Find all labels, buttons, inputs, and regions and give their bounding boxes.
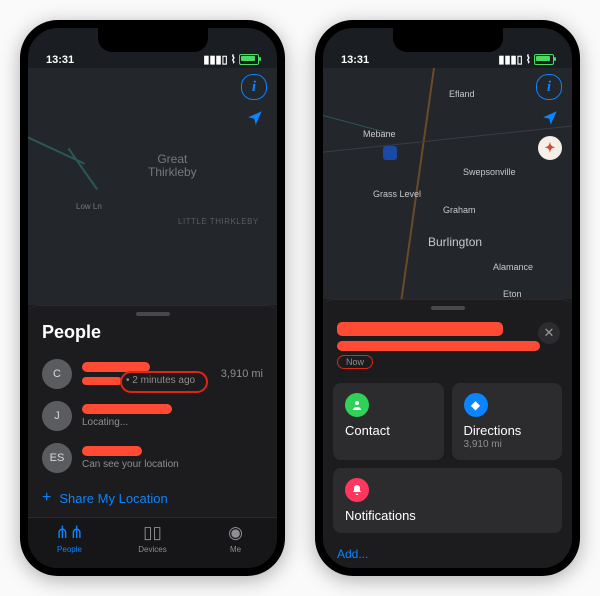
share-location-button[interactable]: + Share My Location — [28, 479, 277, 517]
map-city-label: Mebane — [363, 130, 396, 140]
signal-icon: ▮▮▮▯ — [203, 53, 227, 66]
status-bar: 13:31 ▮▮▮▯ ⌇ — [28, 28, 277, 68]
map-city-label: Efland — [449, 90, 475, 100]
tab-me[interactable]: ◉ Me — [194, 518, 277, 568]
tab-bar: ⋔⋔ People ▯▯ Devices ◉ Me — [28, 517, 277, 568]
redacted-name — [82, 446, 142, 456]
redacted-name — [82, 404, 172, 414]
redacted-name — [82, 362, 150, 372]
info-icon[interactable]: i — [241, 74, 267, 100]
status-text: Locating... — [82, 417, 128, 428]
directions-label: Directions — [464, 423, 551, 438]
map-label-primary: Great Thirkleby — [148, 153, 197, 179]
map-label-secondary: LITTLE THIRKLEBY — [178, 218, 259, 227]
contact-card[interactable]: Contact — [333, 383, 444, 460]
avatar: J — [42, 401, 72, 431]
map-city-label: Swepsonville — [463, 168, 516, 178]
sheet-title: People — [28, 322, 277, 353]
person-row[interactable]: C • 2 minutes ago 3,910 mi — [28, 353, 277, 395]
tab-people[interactable]: ⋔⋔ People — [28, 518, 111, 568]
map-city-label: Grass Level — [373, 190, 421, 200]
distance: 3,910 mi — [221, 368, 263, 380]
map-road-label: Low Ln — [76, 203, 102, 212]
tab-devices[interactable]: ▯▯ Devices — [111, 518, 194, 568]
avatar: ES — [42, 443, 72, 473]
now-badge: Now — [337, 355, 373, 369]
person-row[interactable]: J Locating... — [28, 395, 277, 437]
map-city-label: Eton — [503, 290, 522, 299]
directions-icon: ◆ — [464, 393, 488, 417]
directions-distance: 3,910 mi — [464, 439, 551, 450]
status-time: 13:31 — [341, 54, 369, 66]
map-city-label: Alamance — [493, 263, 533, 273]
timestamp: 2 minutes ago — [132, 375, 195, 386]
sheet-grabber[interactable] — [431, 306, 465, 310]
battery-icon — [239, 54, 259, 65]
status-time: 13:31 — [46, 54, 74, 66]
map-view[interactable]: i ✦ Efland Mebane Swepsonville Grass Lev… — [323, 68, 572, 299]
status-bar: 13:31 ▮▮▮▯ ⌇ — [323, 28, 572, 68]
notifications-card[interactable]: Notifications — [333, 468, 562, 533]
status-text: Can see your location — [82, 459, 179, 470]
redacted-location — [82, 377, 122, 385]
avatar: C — [42, 359, 72, 389]
contact-label: Contact — [345, 423, 432, 438]
redacted-address — [337, 341, 540, 351]
detail-sheet[interactable]: ✕ Now Contact ◆ Directions 3,910 mi — [323, 299, 572, 568]
people-sheet[interactable]: People C • 2 minutes ago 3,910 mi J — [28, 305, 277, 568]
wifi-icon: ⌇ — [231, 53, 236, 66]
people-icon: ⋔⋔ — [55, 523, 84, 543]
notifications-label: Notifications — [345, 508, 550, 523]
directions-card[interactable]: ◆ Directions 3,910 mi — [452, 383, 563, 460]
wifi-icon: ⌇ — [526, 53, 531, 66]
share-label: Share My Location — [59, 491, 167, 506]
compass-icon[interactable]: ✦ — [538, 136, 562, 160]
map-view[interactable]: i Great Thirkleby LITTLE THIRKLEBY Low L… — [28, 68, 277, 305]
interstate-shield-icon — [383, 146, 397, 160]
me-icon: ◉ — [228, 523, 243, 543]
redacted-name — [337, 322, 503, 336]
sheet-grabber[interactable] — [136, 312, 170, 316]
person-row[interactable]: ES Can see your location — [28, 437, 277, 479]
battery-icon — [534, 54, 554, 65]
signal-icon: ▮▮▮▯ — [498, 53, 522, 66]
map-city-label: Burlington — [428, 236, 482, 249]
bell-icon — [345, 478, 369, 502]
phone-left: 13:31 ▮▮▮▯ ⌇ i Great Thirkleby LITTLE TH… — [20, 20, 285, 576]
locate-icon[interactable] — [243, 106, 267, 130]
add-button[interactable]: Add... — [323, 541, 572, 568]
plus-icon: + — [42, 489, 51, 507]
info-icon[interactable]: i — [536, 74, 562, 100]
map-city-label: Graham — [443, 206, 476, 216]
contact-icon — [345, 393, 369, 417]
close-icon[interactable]: ✕ — [538, 322, 560, 344]
devices-icon: ▯▯ — [143, 523, 162, 543]
phone-right: 13:31 ▮▮▮▯ ⌇ i ✦ Efland Mebane Swepsonvi… — [315, 20, 580, 576]
